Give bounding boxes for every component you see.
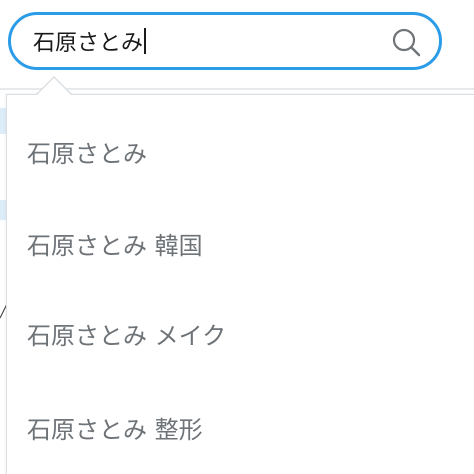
search-query-text: 石原さとみ	[33, 31, 144, 56]
page: 石原さとみ 石原さとみ 石原さとみ 韓国 石原さとみ メイク 石原さとみ 整形	[0, 0, 474, 474]
dropdown-pointer-fill	[37, 78, 71, 95]
suggestion-item[interactable]: 石原さとみ	[7, 105, 474, 197]
search-bar[interactable]: 石原さとみ	[8, 12, 442, 70]
suggestion-label: 石原さとみ 整形	[27, 415, 203, 444]
suggestion-dropdown: 石原さとみ 石原さとみ 韓国 石原さとみ メイク 石原さとみ 整形	[6, 94, 474, 474]
suggestion-item[interactable]: 石原さとみ 整形	[7, 381, 474, 473]
text-caret	[144, 28, 146, 54]
search-icon[interactable]	[391, 27, 421, 57]
suggestion-item[interactable]: 石原さとみ メイク	[7, 287, 474, 379]
suggestion-item[interactable]: 石原さとみ 韓国	[7, 197, 474, 289]
suggestion-label: 石原さとみ	[27, 139, 147, 168]
suggestion-label: 石原さとみ メイク	[27, 321, 227, 350]
suggestion-label: 石原さとみ 韓国	[27, 231, 203, 260]
search-input[interactable]: 石原さとみ	[33, 15, 373, 67]
